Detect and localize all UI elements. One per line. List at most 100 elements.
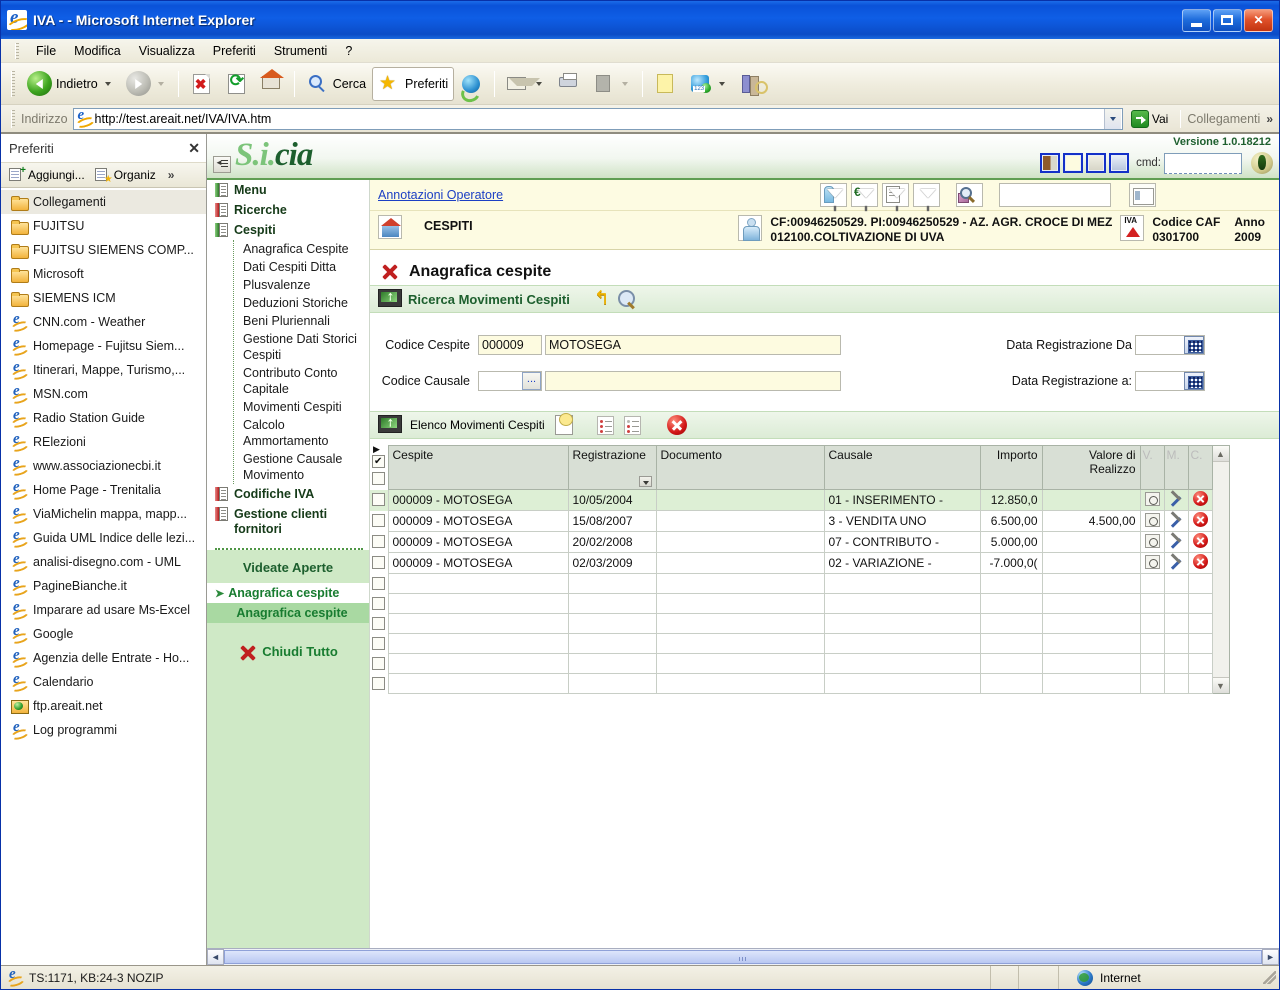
row-checkbox[interactable] <box>372 636 385 650</box>
toolbar-grip[interactable] <box>11 70 15 97</box>
favorites-item[interactable]: Radio Station Guide <box>1 406 206 430</box>
page-horizontal-scrollbar[interactable]: ◄ ► <box>207 948 1279 965</box>
favorites-item[interactable]: FUJITSU <box>1 214 206 238</box>
nav-item[interactable]: Gestione Causale Movimento <box>239 450 369 484</box>
context-search-input[interactable] <box>999 183 1111 207</box>
col-registrazione[interactable]: Registrazione <box>567 445 657 490</box>
links-overflow-icon[interactable]: » <box>1266 112 1273 126</box>
nav-item[interactable]: Calcolo Ammortamento <box>239 416 369 450</box>
minimize-button[interactable] <box>1182 8 1211 32</box>
open-view-item-1[interactable]: ➤ Anagrafica cespite <box>207 583 369 603</box>
codice-causale-input[interactable]: ... <box>478 371 542 391</box>
edit-row-icon[interactable] <box>1169 492 1184 506</box>
view-row-icon[interactable] <box>1144 533 1160 548</box>
favorites-item[interactable]: Google <box>1 622 206 646</box>
delete-row-icon-cell[interactable] <box>1187 489 1213 511</box>
edit-dropdown-icon[interactable] <box>622 81 629 86</box>
stop-button[interactable]: ✖ <box>184 67 219 101</box>
delete-row-icon-cell[interactable] <box>1187 510 1213 532</box>
col-cespite[interactable]: Cespite <box>387 445 569 490</box>
deselect-all-checkbox[interactable] <box>372 471 385 485</box>
edit-row-icon[interactable] <box>1169 555 1184 569</box>
menu-item-visualizza[interactable]: Visualizza <box>130 42 204 60</box>
row-select-cell[interactable] <box>370 614 388 634</box>
print-button[interactable] <box>551 67 586 101</box>
table-row-empty[interactable] <box>370 573 1213 594</box>
open-view-item-2[interactable]: Anagrafica cespite <box>207 603 369 623</box>
forward-dropdown-icon[interactable] <box>157 81 164 86</box>
nav-item[interactable]: Gestione Dati Storici Cespiti <box>239 330 369 364</box>
favorites-list[interactable]: Collegamenti FUJITSU FUJITSU SIEMENS COMP.… <box>1 188 206 965</box>
table-row[interactable]: 000009 - MOTOSEGA 10/05/2004 01 - INSERIME… <box>370 489 1213 511</box>
cmd-input[interactable] <box>1164 152 1242 174</box>
favorites-item[interactable]: RElezioni <box>1 430 206 454</box>
edit-row-icon-cell[interactable] <box>1163 489 1189 511</box>
table-row-empty[interactable] <box>370 673 1213 694</box>
favorites-item[interactable]: Collegamenti <box>1 190 206 214</box>
refresh-button[interactable] <box>219 67 254 101</box>
table-row-empty[interactable] <box>370 613 1213 634</box>
maximize-button[interactable] <box>1213 8 1242 32</box>
close-button[interactable]: ✕ <box>1244 8 1273 32</box>
edit-row-icon-cell[interactable] <box>1163 510 1189 532</box>
favorites-item[interactable]: Home Page - Trenitalia <box>1 478 206 502</box>
delete-selected-icon[interactable] <box>666 415 687 435</box>
nav-item[interactable]: Beni Pluriennali <box>239 312 369 330</box>
favorites-item[interactable]: FUJITSU SIEMENS COMP... <box>1 238 206 262</box>
home-icon[interactable] <box>1086 153 1107 173</box>
nav-item[interactable]: Movimenti Cespiti <box>239 398 369 416</box>
id-card-icon[interactable] <box>1129 183 1156 207</box>
table-row[interactable]: 000009 - MOTOSEGA 15/08/2007 3 - VENDITA U… <box>370 510 1213 532</box>
favorites-item[interactable]: analisi-disegno.com - UML <box>1 550 206 574</box>
forward-button[interactable] <box>120 67 173 101</box>
delete-row-icon-cell[interactable] <box>1187 552 1213 574</box>
data-registrazione-a-input[interactable] <box>1135 371 1205 391</box>
row-select-cell[interactable] <box>370 489 388 511</box>
table-row-empty[interactable] <box>370 633 1213 654</box>
row-checkbox[interactable] <box>372 514 385 527</box>
logout-icon[interactable] <box>1109 153 1130 173</box>
filter-icon[interactable] <box>913 183 940 211</box>
address-input[interactable]: http://test.areait.net/IVA/IVA.htm <box>72 107 1123 130</box>
view-row-icon[interactable] <box>1144 491 1160 506</box>
nav-item[interactable]: Deduzioni Storiche <box>239 294 369 312</box>
row-select-cell[interactable] <box>370 654 388 674</box>
nav-group-gestione-clienti[interactable]: Gestione clienti fornitori <box>207 504 369 540</box>
row-select-cell[interactable] <box>370 674 388 694</box>
sort-dropdown-icon[interactable] <box>638 476 652 487</box>
favorites-item[interactable]: Agenzia delle Entrate - Ho... <box>1 646 206 670</box>
go-button[interactable]: Vai <box>1127 108 1174 130</box>
row-select-cell[interactable] <box>370 574 388 594</box>
horizontal-scroll-thumb[interactable] <box>224 950 1262 964</box>
row-checkbox[interactable] <box>372 596 385 610</box>
favorites-item[interactable]: Calendario <box>1 670 206 694</box>
operator-notes-link[interactable]: Annotazioni Operatore <box>378 188 503 202</box>
calendar-icon[interactable] <box>1184 372 1204 390</box>
favorites-item[interactable]: Itinerari, Mappe, Turismo,... <box>1 358 206 382</box>
delete-row-icon[interactable] <box>1192 554 1208 569</box>
close-icon[interactable]: ✕ <box>188 140 200 157</box>
menu-grip[interactable] <box>15 42 19 59</box>
history-button[interactable] <box>454 67 489 101</box>
encyclopedia-button[interactable] <box>734 67 769 101</box>
view-row-icon-cell[interactable] <box>1139 510 1165 532</box>
edit-row-icon[interactable] <box>1169 513 1184 527</box>
edit-row-icon-cell[interactable] <box>1163 531 1189 553</box>
favorites-item[interactable]: ftp.areait.net <box>1 694 206 718</box>
back-dropdown-icon[interactable] <box>104 81 111 86</box>
filter-money-icon[interactable]: € <box>851 183 878 211</box>
address-dropdown-button[interactable] <box>1103 108 1121 129</box>
scroll-right-icon[interactable]: ► <box>1262 949 1279 965</box>
list-deselect-icon[interactable] <box>623 415 641 435</box>
messenger-dropdown-icon[interactable] <box>719 81 726 86</box>
scroll-up-icon[interactable]: ▲ <box>1212 446 1229 462</box>
nav-cespiti-items[interactable]: Anagrafica Cespite Dati Cespiti Ditta Plus… <box>207 240 369 484</box>
row-checkbox[interactable] <box>372 656 385 670</box>
row-checkbox[interactable] <box>372 556 385 569</box>
bug-report-icon[interactable] <box>1251 152 1273 174</box>
close-all-button[interactable]: Chiudi Tutto <box>207 643 369 660</box>
causale-lookup-button[interactable]: ... <box>522 372 541 390</box>
search-button[interactable]: Cerca <box>300 67 372 101</box>
edit-button[interactable] <box>586 67 637 101</box>
grid-vertical-scrollbar[interactable]: ▲ ▼ <box>1212 445 1230 694</box>
